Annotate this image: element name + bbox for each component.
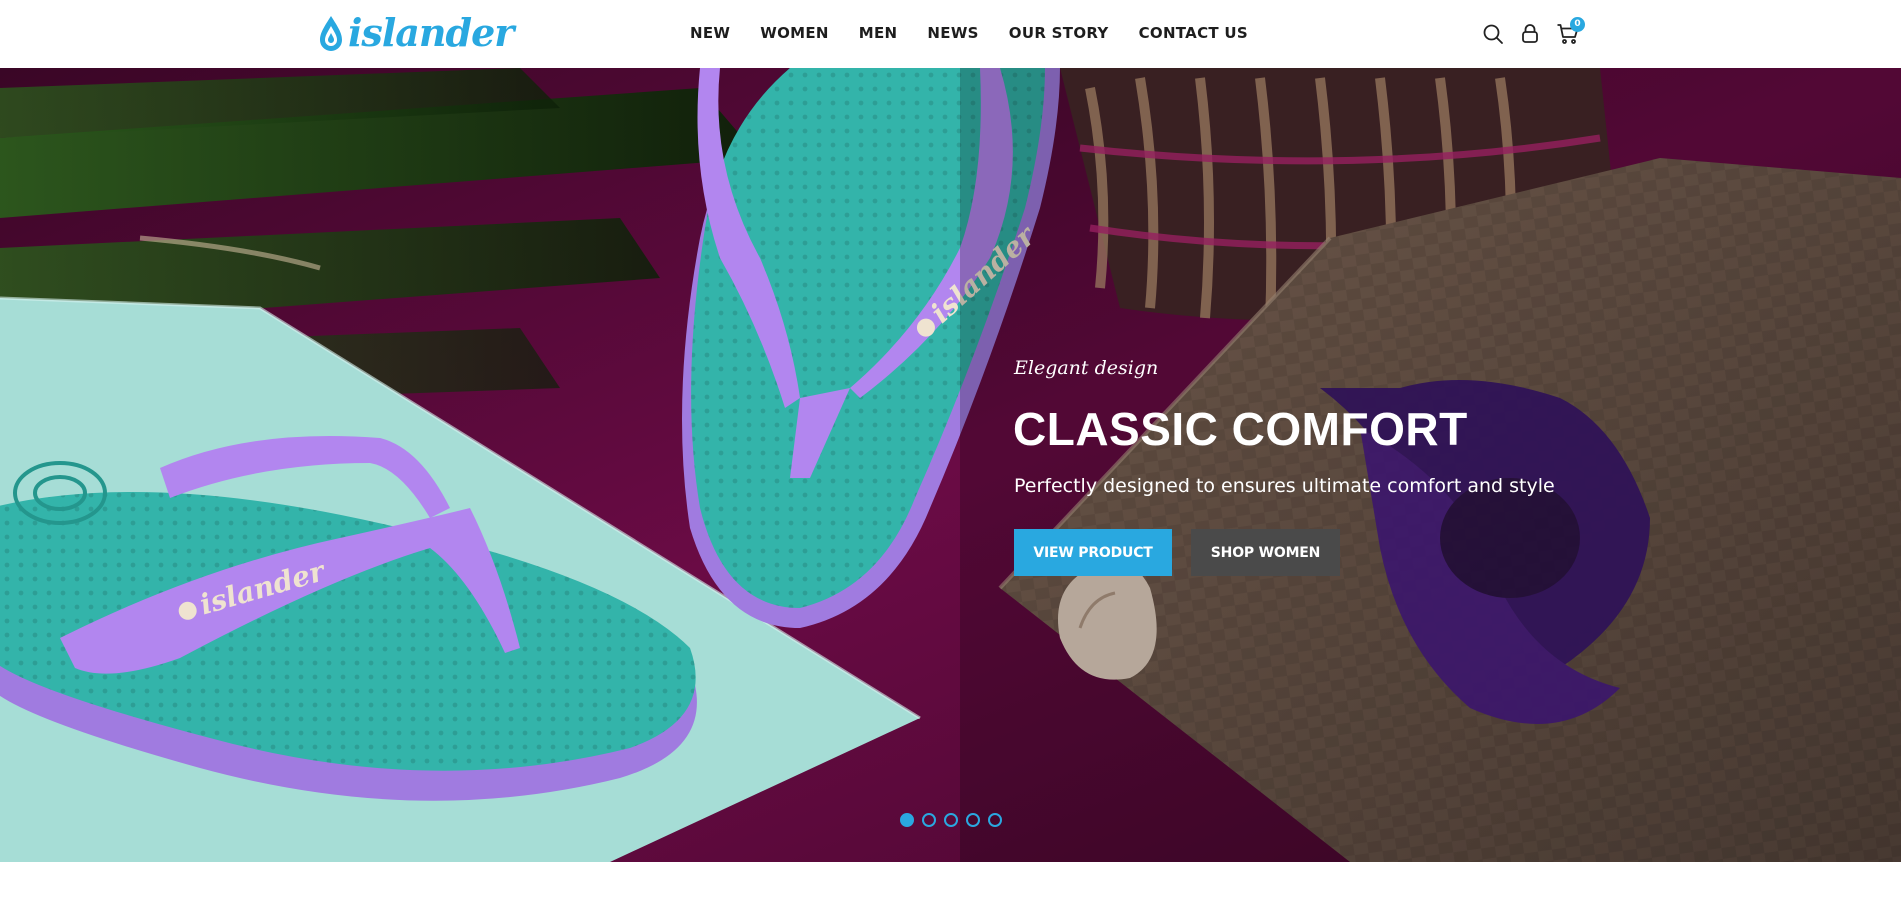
hero-image: islander islander [0,68,1901,862]
slider-dot-4[interactable] [966,813,980,827]
account-button[interactable] [1518,22,1542,46]
search-icon [1483,24,1503,44]
logo-drop-icon [320,16,342,51]
slider-pagination [900,813,1002,827]
nav-item-our-story[interactable]: OUR STORY [1009,22,1109,44]
user-icon [1522,24,1538,43]
slider-dot-3[interactable] [944,813,958,827]
hero-subtitle: Elegant design [1014,357,1159,379]
nav-item-news[interactable]: NEWS [927,22,978,44]
hero-slider: islander islander Elegant design CLASSIC… [0,68,1901,862]
nav-item-men[interactable]: MEN [859,22,898,44]
hero-description: Perfectly designed to ensures ultimate c… [1014,475,1555,497]
brand-logo[interactable]: islander [316,10,514,55]
slider-dot-5[interactable] [988,813,1002,827]
view-product-button[interactable]: VIEW PRODUCT [1014,529,1172,576]
cart-count-badge: 0 [1570,17,1585,32]
nav-item-women[interactable]: WOMEN [760,22,829,44]
hero-title: CLASSIC COMFORT [1013,403,1468,455]
nav-item-new[interactable]: NEW [690,22,730,44]
nav-item-contact-us[interactable]: CONTACT US [1139,22,1248,44]
logo-text: islander [348,10,514,55]
search-button[interactable] [1481,22,1505,46]
slider-dot-2[interactable] [922,813,936,827]
site-header: islander NEW WOMEN MEN NEWS OUR STORY CO… [0,0,1901,68]
main-nav: NEW WOMEN MEN NEWS OUR STORY CONTACT US [690,22,1248,44]
shop-women-button[interactable]: SHOP WOMEN [1191,529,1340,576]
slider-dot-1[interactable] [900,813,914,827]
